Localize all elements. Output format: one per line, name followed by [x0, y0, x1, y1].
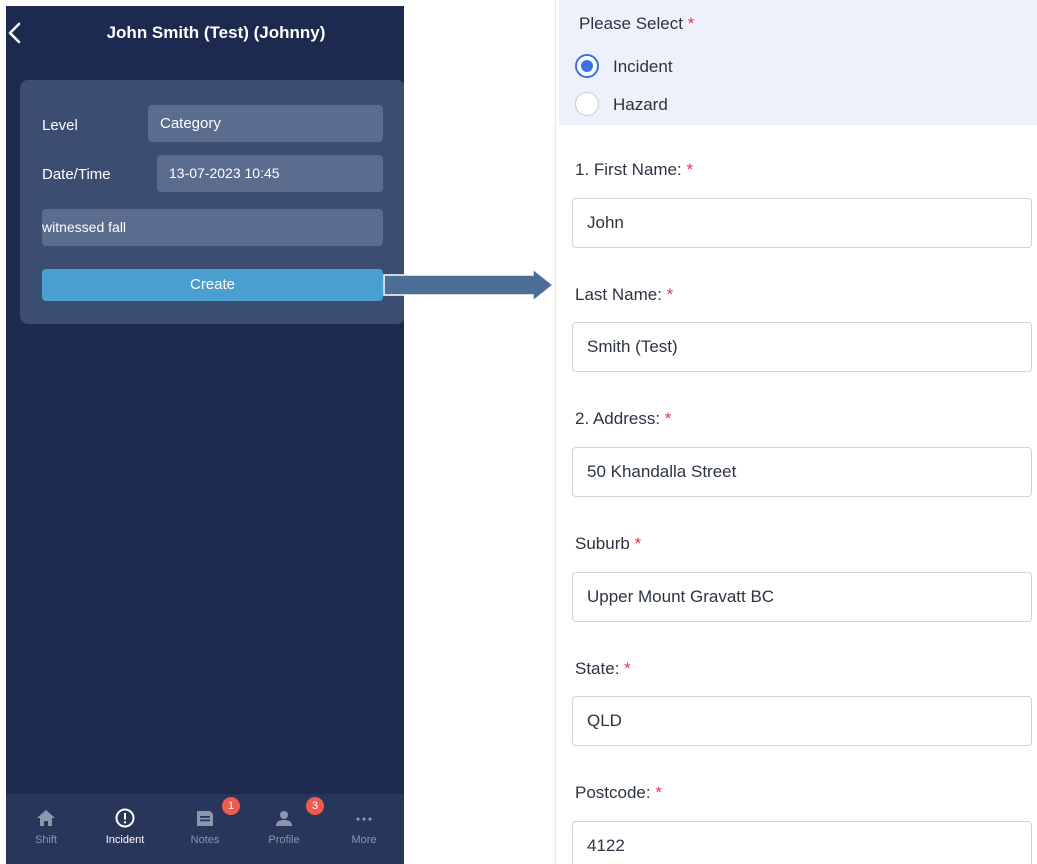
tab-notes[interactable]: 1 Notes [165, 794, 245, 864]
description-field[interactable]: witnessed fall [42, 209, 383, 246]
datetime-label: Date/Time [42, 166, 111, 183]
postcode-label-text: Postcode: [575, 783, 651, 802]
tab-profile[interactable]: 3 Profile [244, 794, 324, 864]
radio-label: Hazard [613, 95, 668, 114]
tab-label: Shift [34, 834, 57, 846]
profile-badge: 3 [306, 797, 324, 815]
level-label: Level [42, 117, 78, 134]
home-icon [37, 810, 55, 826]
page-title: John Smith (Test) (Johnny) [106, 23, 326, 42]
required-mark: * [686, 160, 694, 179]
alert-circle-icon [115, 808, 135, 828]
mobile-app-screen: John Smith (Test) (Johnny) Level Categor… [6, 6, 404, 864]
category-select[interactable]: Category [148, 105, 383, 142]
tab-incident[interactable]: Incident [85, 794, 165, 864]
address-label-text: 2. Address: [575, 409, 661, 428]
address-input[interactable]: 50 Khandalla Street [572, 447, 1032, 497]
radio-selected-icon [575, 54, 599, 78]
required-mark: * [634, 534, 642, 553]
postcode-label: Postcode: * [575, 783, 662, 803]
description-text: witnessed fall [42, 219, 127, 235]
first-name-input[interactable]: John [572, 198, 1032, 248]
tab-label: Notes [190, 834, 220, 846]
suburb-input[interactable]: Upper Mount Gravatt BC [572, 572, 1032, 622]
tab-label: More [351, 834, 377, 846]
radio-unselected-icon [575, 92, 599, 116]
report-type-label-text: Please Select [579, 14, 683, 33]
profile-icon [276, 811, 292, 826]
incident-form-card: Level Category Date/Time 13-07-2023 10:4… [20, 80, 404, 324]
app-header: John Smith (Test) (Johnny) [6, 6, 404, 62]
first-name-label: 1. First Name: * [575, 160, 693, 180]
last-name-label-text: Last Name: [575, 285, 662, 304]
last-name-input[interactable]: Smith (Test) [572, 322, 1032, 372]
report-type-group: Please Select * Incident Hazard [559, 0, 1037, 125]
tab-shift[interactable]: Shift [6, 794, 86, 864]
required-mark: * [624, 659, 631, 678]
tab-label: Profile [268, 834, 300, 846]
notes-icon [197, 811, 213, 826]
report-type-label: Please Select * [579, 14, 694, 34]
suburb-label: Suburb * [575, 534, 641, 554]
address-label: 2. Address: * [575, 409, 671, 429]
required-mark: * [687, 14, 695, 33]
postcode-input[interactable]: 4122 [572, 821, 1032, 864]
arrow-right-icon [383, 268, 555, 302]
chevron-left-icon [8, 22, 21, 44]
first-name-label-text: 1. First Name: [575, 160, 682, 179]
more-icon [356, 817, 372, 821]
radio-label: Incident [613, 57, 673, 76]
state-input[interactable]: QLD [572, 696, 1032, 746]
notes-badge: 1 [222, 797, 240, 815]
suburb-label-text: Suburb [575, 534, 630, 553]
state-label: State: * [575, 659, 631, 679]
incident-web-form: Please Select * Incident Hazard 1. First… [555, 0, 1037, 864]
create-button[interactable]: Create [42, 269, 383, 301]
bottom-tab-bar: Shift Incident 1 Notes 3 Profile More [6, 794, 404, 864]
required-mark: * [666, 285, 674, 304]
required-mark: * [664, 409, 672, 428]
state-label-text: State: [575, 659, 620, 678]
required-mark: * [655, 783, 662, 802]
tab-label: Incident [105, 834, 145, 846]
datetime-field[interactable]: 13-07-2023 10:45 [157, 155, 383, 192]
tab-more[interactable]: More [324, 794, 404, 864]
last-name-label: Last Name: * [575, 285, 673, 305]
back-button[interactable] [6, 20, 30, 46]
